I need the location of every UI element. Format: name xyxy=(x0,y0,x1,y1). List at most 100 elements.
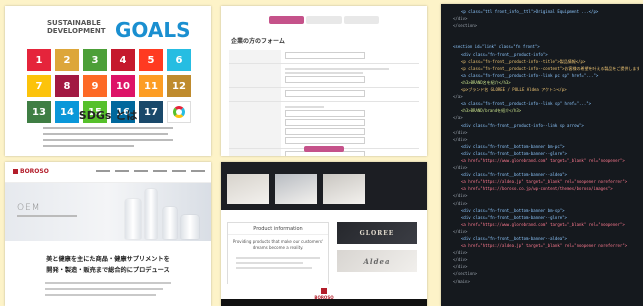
code-line: <div class="fn-front__bottom-banner--glo… xyxy=(461,214,567,220)
form-step-tab[interactable] xyxy=(343,16,379,24)
sdg-goal-7-icon: 7 xyxy=(27,75,51,97)
form-input[interactable] xyxy=(285,110,365,117)
code-line: </div> xyxy=(453,200,468,206)
code-line: <a class="fn-front__product-info--link s… xyxy=(461,101,592,107)
code-line: <div class="fn-front__bottom-banner bm-s… xyxy=(461,207,565,213)
bottle-image xyxy=(163,207,177,239)
product-info-thumbnail[interactable]: Product information Providing products t… xyxy=(221,162,427,306)
product-image-strip xyxy=(227,174,365,204)
code-line: <p class="ttl front_info__ttl">Original … xyxy=(461,9,599,14)
nav-item[interactable] xyxy=(153,170,167,172)
form-step-tab[interactable] xyxy=(269,16,305,24)
code-line: </section> xyxy=(453,271,478,277)
code-line: </div> xyxy=(453,16,468,22)
bottle-image xyxy=(145,189,157,239)
product-photo xyxy=(323,174,365,204)
form-input[interactable] xyxy=(285,137,365,144)
form-row xyxy=(229,64,419,88)
site-header: BOROSO xyxy=(5,162,211,183)
form-input[interactable] xyxy=(285,76,365,83)
code-line: <a href="https://boroso.co.jp/wp-content… xyxy=(461,186,613,192)
form-row xyxy=(229,50,419,64)
code-line: <h3>BRAND/brandを紹介</h3> xyxy=(461,108,522,114)
code-line: <a href="https://www.glorebrand.com" tar… xyxy=(461,157,625,163)
form-input[interactable] xyxy=(285,128,365,135)
code-line: <p>ブランド名 GLOREE / POLLE Aldea アクトン</p> xyxy=(461,87,567,93)
nav-item[interactable] xyxy=(134,170,148,172)
code-line: <div class="fn-front__bottom-banner--ald… xyxy=(461,172,567,178)
form-input[interactable] xyxy=(285,52,365,59)
code-line: <div class="fn-front__bottom-banner--ald… xyxy=(461,236,567,241)
code-line: <div class="fn-front__product-info"> xyxy=(461,51,548,57)
hero-oem-text: OEM xyxy=(17,203,41,213)
sdgs-logo-small-text: SUSTAINABLE DEVELOPMENT xyxy=(47,19,106,35)
form-step-tab[interactable] xyxy=(306,16,342,24)
hero-image: OEM xyxy=(5,183,211,241)
nav-item[interactable] xyxy=(191,170,205,172)
form-submit-button[interactable] xyxy=(304,146,344,152)
sdgs-body-text xyxy=(43,127,173,151)
brand-banner-gloree[interactable]: GLOREE xyxy=(337,222,417,244)
sdgs-logo-goals-text: GOALS xyxy=(115,18,191,42)
nav-item[interactable] xyxy=(96,170,110,172)
code-line: <div class="fn-front__product-info--link… xyxy=(461,122,584,128)
sdgs-logo: SUSTAINABLE DEVELOPMENT GOALS xyxy=(47,18,191,42)
code-line: <a href="https://www.glorebrand.com" tar… xyxy=(461,221,625,227)
code-line: </div> xyxy=(453,136,468,142)
form-row xyxy=(229,102,419,149)
product-photo xyxy=(275,174,317,204)
site-nav-menu xyxy=(96,170,205,172)
form-title: 企業の方のフォーム xyxy=(231,38,285,45)
code-line: <section id="link" class="fn front"> xyxy=(453,44,540,50)
code-line: </div> xyxy=(453,228,468,234)
code-line: <div class="fn-front__bottom-banner--glo… xyxy=(461,150,567,156)
product-info-title: Product information xyxy=(228,223,328,235)
contact-form-thumbnail[interactable]: 企業の方のフォーム xyxy=(221,6,427,156)
form-input[interactable] xyxy=(285,119,365,126)
code-line: <h3>BRAND名を紹介</h3> xyxy=(461,79,511,85)
code-line: </main> xyxy=(453,278,470,284)
bottle-image xyxy=(125,199,141,239)
form-row xyxy=(229,88,419,102)
nav-item[interactable] xyxy=(115,170,129,172)
code-line: </div> xyxy=(453,129,468,135)
form-step-tabs xyxy=(269,16,379,24)
code-line: </section> xyxy=(453,23,478,29)
code-editor[interactable]: <p class="ttl front_info__ttl">Original … xyxy=(441,4,643,306)
code-line: </div> xyxy=(453,193,468,199)
sdg-goal-9-icon: 9 xyxy=(83,75,107,97)
sdg-goal-5-icon: 5 xyxy=(139,49,163,71)
code-line: </div> xyxy=(453,264,468,270)
footer-bar xyxy=(221,299,427,306)
hero-headline: 美と健康を主にた商品・健康サプリメントを 開発・製造・販売まで総合的にプロデュー… xyxy=(46,256,170,274)
corporate-site-thumbnail[interactable]: BOROSO OEM 美と健康を主にた商品・健康サプリメントを 開発・製造・販売… xyxy=(5,162,211,306)
code-line: <a href="https://aldea.jp" target="_blan… xyxy=(461,243,628,249)
sdg-goal-8-icon: 8 xyxy=(55,75,79,97)
logo-mark-icon xyxy=(13,169,18,174)
code-line: </a> xyxy=(453,115,463,121)
form-fields xyxy=(229,50,419,156)
sdgs-title: SDGs とは xyxy=(78,109,138,122)
sdg-goal-6-icon: 6 xyxy=(167,49,191,71)
sdg-goal-1-icon: 1 xyxy=(27,49,51,71)
nav-item[interactable] xyxy=(172,170,186,172)
code-line: <p class="fn-front__product-info--title"… xyxy=(461,58,586,64)
sdg-goal-3-icon: 3 xyxy=(83,49,107,71)
sdgs-page-thumbnail[interactable]: SUSTAINABLE DEVELOPMENT GOALS 12 3456 789 1… xyxy=(5,6,211,156)
sdg-goal-4-icon: 4 xyxy=(111,49,135,71)
code-line: <a class="fn-front__product-info--link p… xyxy=(461,72,599,78)
brand-banner-aldea[interactable]: Aldea xyxy=(337,250,417,272)
site-logo[interactable]: BOROSO xyxy=(13,168,49,175)
bottle-image xyxy=(181,215,199,239)
sdg-goal-11-icon: 11 xyxy=(139,75,163,97)
code-line: </div> xyxy=(453,250,468,256)
intro-body-text xyxy=(45,282,171,300)
code-line: </div> xyxy=(453,165,468,171)
form-input[interactable] xyxy=(285,90,365,97)
code-line: </div> xyxy=(453,257,468,263)
sdg-goal-12-icon: 12 xyxy=(167,75,191,97)
product-photo xyxy=(227,174,269,204)
product-info-text: Providing products that make our custome… xyxy=(232,239,324,250)
